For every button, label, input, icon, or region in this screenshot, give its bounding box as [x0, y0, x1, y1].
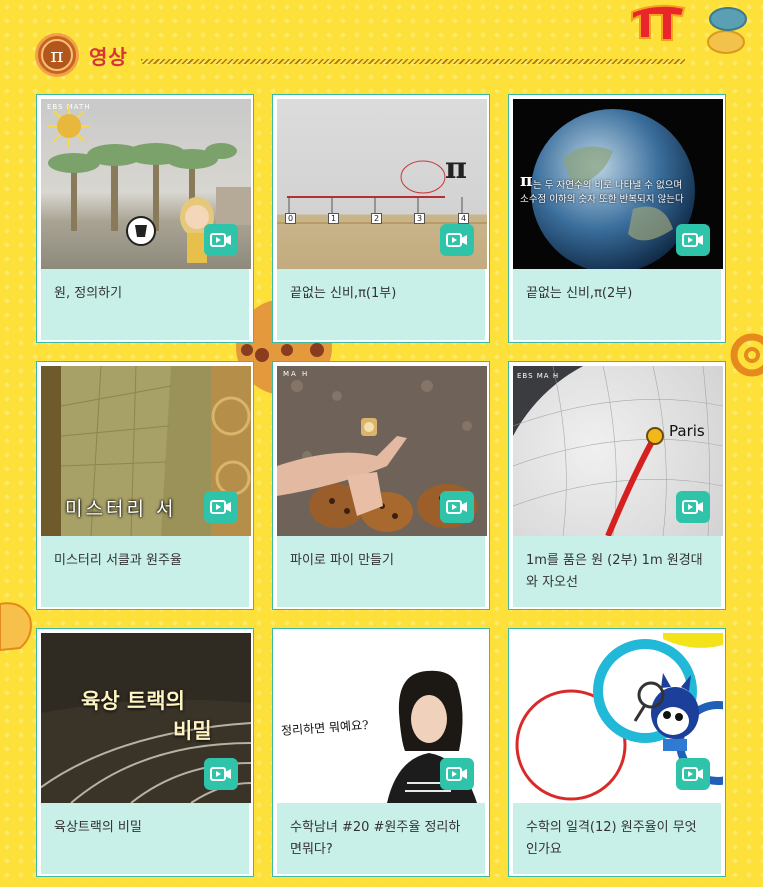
video-camera-icon: [676, 224, 710, 256]
video-thumbnail[interactable]: [513, 633, 723, 803]
video-camera-icon: [676, 758, 710, 790]
video-title[interactable]: 원, 정의하기: [41, 269, 249, 340]
video-card[interactable]: π 0 1 2 3 4 끝없는 신비,π(1부): [272, 94, 490, 343]
pi-badge-icon: π: [35, 33, 79, 77]
video-card[interactable]: 정리하면 뭐예요? 수학남녀 #20 #원주율 정리하면뭐다?: [272, 628, 490, 877]
video-title[interactable]: 파이로 파이 만들기: [277, 536, 485, 607]
thumbnail-overlay-text: 소수점 이하의 숫자 또한 반복되지 않는다: [520, 194, 684, 205]
pretzel-decoration: [722, 325, 763, 395]
video-title[interactable]: 1m를 품은 원 (2부) 1m 원경대와 자오선: [513, 536, 721, 607]
video-title[interactable]: 끝없는 신비,π(1부): [277, 269, 485, 340]
video-title[interactable]: 수학남녀 #20 #원주율 정리하면뭐다?: [277, 803, 485, 874]
video-thumbnail[interactable]: EBS MATH: [41, 99, 251, 269]
video-title[interactable]: 육상트랙의 비밀: [41, 803, 249, 874]
video-thumbnail[interactable]: π 0 1 2 3 4: [277, 99, 487, 269]
ruler-label: 0: [285, 213, 297, 224]
video-camera-icon: [204, 491, 238, 523]
coin-stack-decoration: [700, 4, 752, 54]
pudding-decoration: [0, 596, 34, 656]
video-card[interactable]: 수학의 일격(12) 원주율이 무엇인가요: [508, 628, 726, 877]
map-label: Paris: [669, 422, 705, 440]
video-thumbnail[interactable]: MA H: [277, 366, 487, 536]
thumbnail-overlay-text: 는 두 자연수의 비로 나타낼 수 없으며: [533, 180, 683, 191]
video-camera-icon: [204, 758, 238, 790]
ruler-label: 3: [414, 213, 426, 224]
video-thumbnail[interactable]: π 는 두 자연수의 비로 나타낼 수 없으며 소수점 이하의 숫자 또한 반복…: [513, 99, 723, 269]
ruler-label: 1: [328, 213, 340, 224]
video-card[interactable]: MA H 파이로 파이 만들기: [272, 361, 490, 610]
video-card[interactable]: π 는 두 자연수의 비로 나타낼 수 없으며 소수점 이하의 숫자 또한 반복…: [508, 94, 726, 343]
video-card[interactable]: 육상 트랙의 비밀 육상트랙의 비밀: [36, 628, 254, 877]
thumbnail-overlay-text: 미스터리 서: [65, 498, 177, 520]
video-thumbnail[interactable]: 미스터리 서: [41, 366, 251, 536]
video-card[interactable]: EBS MATH 원, 정의하기: [36, 94, 254, 343]
video-camera-icon: [440, 758, 474, 790]
header-divider: [141, 59, 685, 64]
thumbnail-overlay-text: 육상 트랙의: [81, 689, 185, 713]
pi-symbol: π: [520, 171, 533, 191]
section-header: π 영상: [35, 33, 685, 79]
section-title: 영상: [89, 45, 128, 69]
video-title[interactable]: 끝없는 신비,π(2부): [513, 269, 721, 340]
video-camera-icon: [204, 224, 238, 256]
ruler-label: 4: [458, 213, 470, 224]
pi-symbol: π: [445, 151, 467, 186]
thumbnail-logo: EBS MA H: [517, 372, 560, 380]
video-title[interactable]: 미스터리 서클과 원주율: [41, 536, 249, 607]
video-card[interactable]: 미스터리 서 미스터리 서클과 원주율: [36, 361, 254, 610]
thumbnail-logo: MA H: [283, 370, 310, 378]
video-camera-icon: [440, 491, 474, 523]
video-thumbnail[interactable]: EBS MA H Paris: [513, 366, 723, 536]
video-thumbnail[interactable]: 정리하면 뭐예요?: [277, 633, 487, 803]
video-title[interactable]: 수학의 일격(12) 원주율이 무엇인가요: [513, 803, 721, 874]
video-thumbnail[interactable]: 육상 트랙의 비밀: [41, 633, 251, 803]
video-camera-icon: [676, 491, 710, 523]
video-camera-icon: [440, 224, 474, 256]
thumbnail-overlay-text: 비밀: [173, 719, 212, 743]
ruler-label: 2: [371, 213, 383, 224]
video-card[interactable]: EBS MA H Paris 1m를 품은 원 (2부) 1m 원경대와 자오선: [508, 361, 726, 610]
